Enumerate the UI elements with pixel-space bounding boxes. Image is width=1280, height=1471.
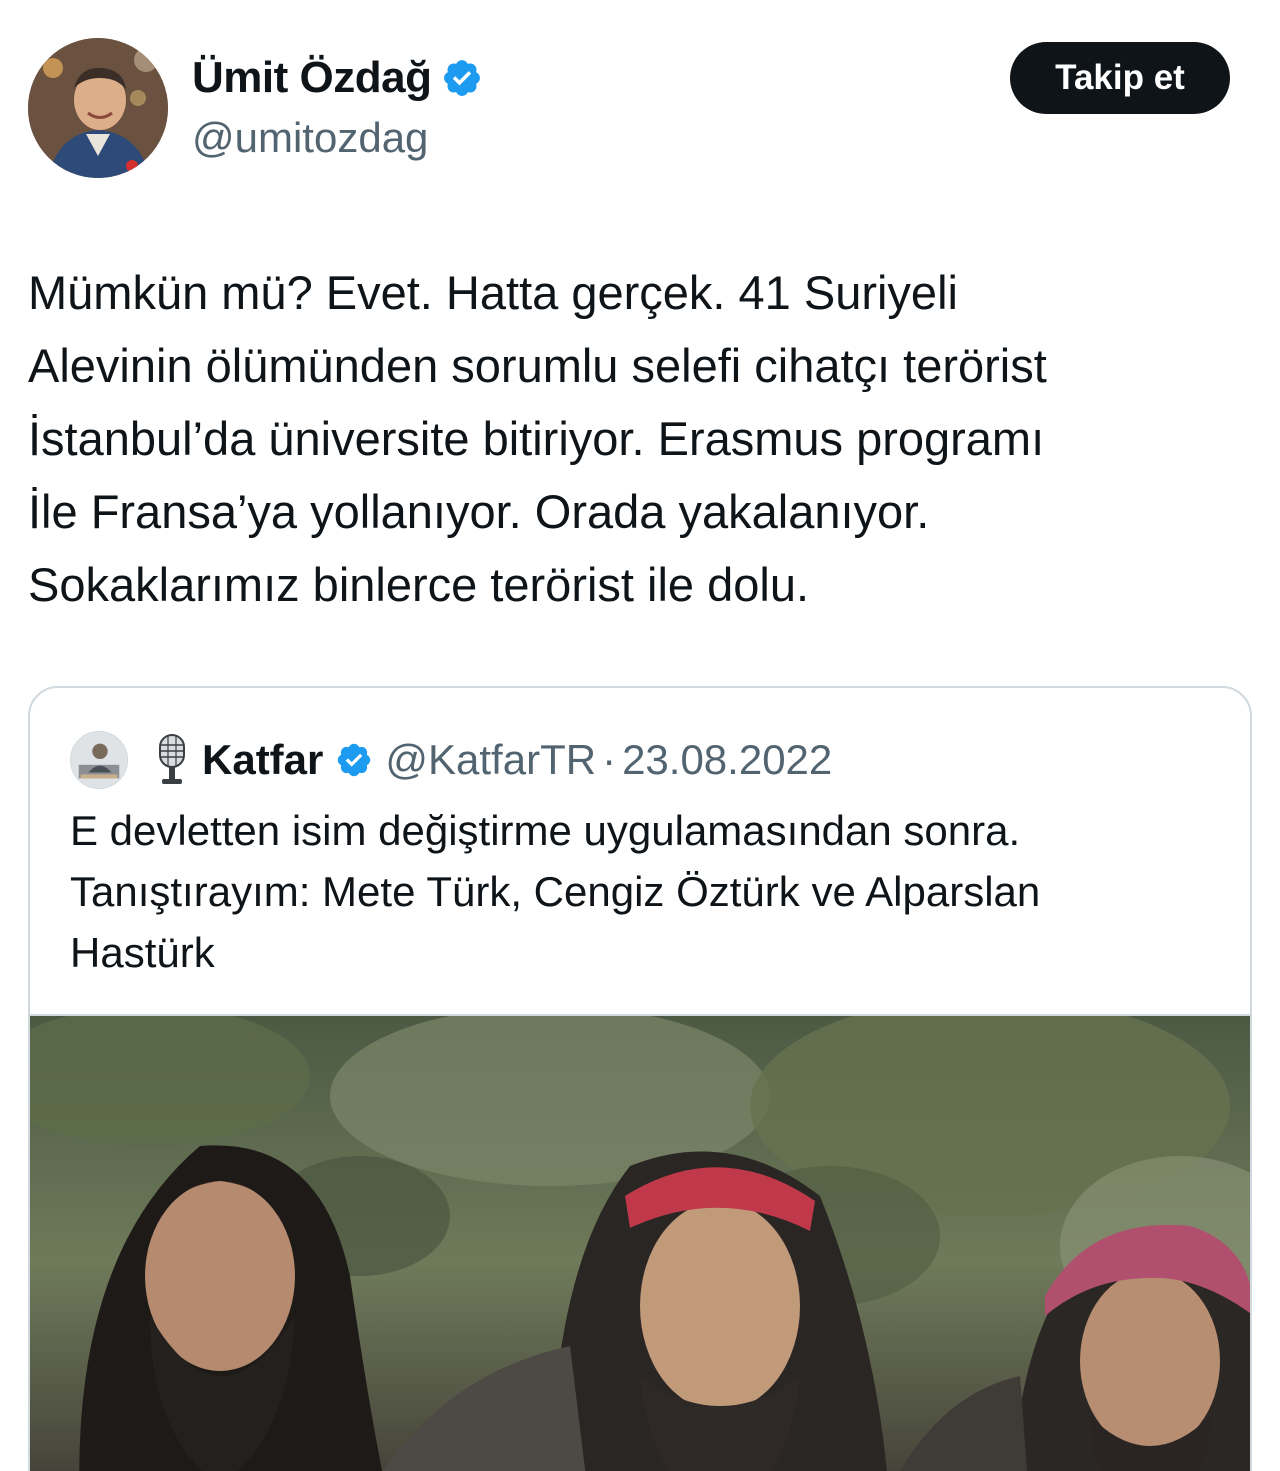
quoted-author-avatar[interactable] <box>70 731 128 789</box>
tweet-line: İle Fransa’ya yollanıyor. Orada yakalanı… <box>28 485 930 538</box>
tweet-line: Mümkün mü? Evet. Hatta gerçek. 41 Suriye… <box>28 266 958 319</box>
quoted-tweet-line: E devletten isim değiştirme uygulamasınd… <box>70 807 1021 854</box>
follow-button[interactable]: Takip et <box>1010 42 1230 114</box>
separator-dot: · <box>602 736 617 783</box>
quoted-author-handle[interactable]: @KatfarTR <box>385 736 596 784</box>
microphone-icon <box>159 734 185 784</box>
profile-photo <box>28 38 168 178</box>
quoted-tweet-date[interactable]: 23.08.2022 <box>622 736 832 784</box>
quoted-tweet-line: Tanıştırayım: Mete Türk, Cengiz Öztürk v… <box>70 868 1041 915</box>
photo-three-men <box>30 1016 1250 1471</box>
quoted-tweet-text: E devletten isim değiştirme uygulamasınd… <box>70 800 1220 983</box>
verified-badge-icon <box>444 60 481 96</box>
tweet-line: Alevinin ölümünden sorumlu selefi cihatç… <box>28 339 1047 392</box>
tweet-line: İstanbul’da üniversite bitiriyor. Erasmu… <box>28 412 1045 465</box>
quoted-profile-photo <box>71 732 127 788</box>
author-name[interactable]: Ümit Özdağ <box>192 52 432 104</box>
tweet-page: Ümit Özdağ @umitozdag Takip et Mümkün mü… <box>0 0 1280 1471</box>
quoted-tweet-line: Hastürk <box>70 929 215 976</box>
verified-badge-icon <box>338 743 371 777</box>
quoted-author-name[interactable]: Katfar <box>202 736 323 784</box>
quoted-tweet-header: Katfar @KatfarTR · 23.08.2022 <box>70 730 832 790</box>
tweet-text: Mümkün mü? Evet. Hatta gerçek. 41 Suriye… <box>28 256 1252 621</box>
quoted-tweet-card[interactable]: Katfar @KatfarTR · 23.08.2022 E devlette… <box>28 686 1252 1471</box>
author-avatar[interactable] <box>28 38 168 178</box>
author-name-row[interactable]: Ümit Özdağ <box>192 52 483 104</box>
quoted-tweet-photo[interactable] <box>30 1014 1250 1471</box>
author-handle[interactable]: @umitozdag <box>192 112 428 164</box>
tweet-line: Sokaklarımız binlerce terörist ile dolu. <box>28 558 810 611</box>
